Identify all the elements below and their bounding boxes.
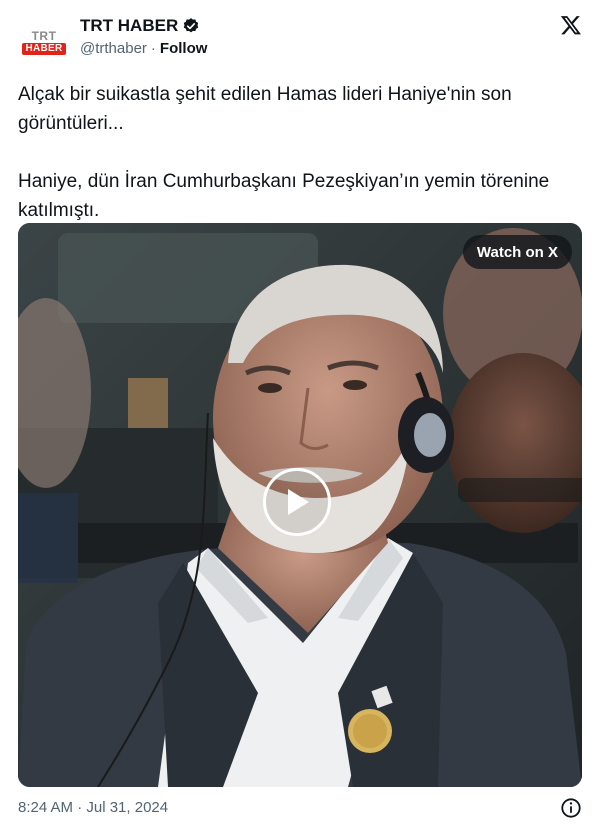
handle-row: @trthaber · Follow: [80, 40, 207, 57]
tweet-header: TRT HABER TRT HABER @trthaber · Follow: [18, 14, 584, 64]
avatar[interactable]: TRT HABER: [18, 20, 70, 64]
info-icon[interactable]: [560, 797, 582, 819]
tweet-paragraph-1: Alçak bir suikastla şehit edilen Hamas l…: [18, 84, 512, 134]
handle[interactable]: @trthaber: [80, 40, 147, 57]
follow-button[interactable]: Follow: [160, 40, 208, 57]
tweet-paragraph-2: Haniye, dün İran Cumhurbaşkanı Pezeşkiya…: [18, 171, 550, 221]
watch-on-x-button[interactable]: Watch on X: [462, 235, 572, 269]
tweet-footer: 8:24 AM · Jul 31, 2024: [18, 797, 584, 821]
video-player[interactable]: Watch on X: [18, 223, 582, 787]
name-row: TRT HABER: [80, 16, 200, 36]
avatar-logo-bottom: HABER: [22, 42, 66, 55]
play-button[interactable]: [263, 468, 331, 536]
verified-badge-icon: [182, 17, 200, 35]
tweet-text: Alçak bir suikastla şehit edilen Hamas l…: [18, 80, 584, 225]
display-name[interactable]: TRT HABER: [80, 16, 178, 36]
separator: ·: [150, 40, 156, 57]
timestamp[interactable]: 8:24 AM · Jul 31, 2024: [18, 799, 168, 816]
play-icon: [288, 489, 309, 515]
x-logo-icon[interactable]: [560, 14, 582, 36]
avatar-logo-top: TRT: [31, 28, 57, 43]
